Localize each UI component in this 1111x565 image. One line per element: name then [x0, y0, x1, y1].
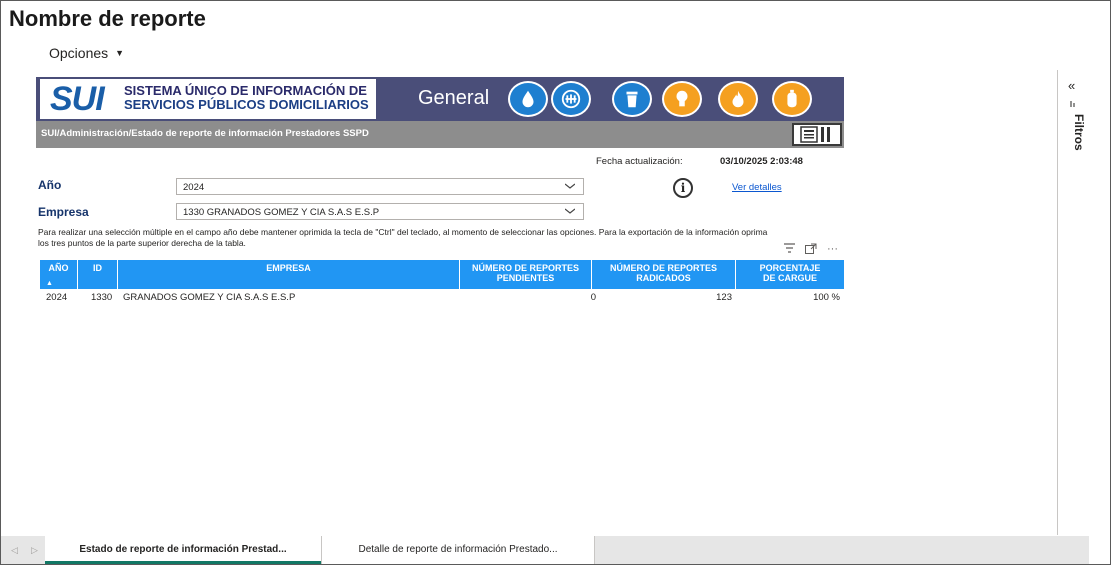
cell-id: 1330 [91, 292, 113, 303]
previous-page-icon[interactable]: ◁ [11, 545, 18, 556]
filters-pane-label[interactable]: Filtros [1072, 114, 1086, 151]
update-date-label: Fecha actualización: [596, 156, 683, 167]
table-row[interactable]: 2024 1330 GRANADOS GOMEZ Y CIA S.A.S E.S… [40, 292, 844, 304]
sui-banner: SUI SISTEMA ÚNICO DE INFORMACIÓN DE SERV… [36, 77, 844, 121]
next-page-icon[interactable]: ▷ [31, 545, 38, 556]
breadcrumb-bar: SUI/Administración/Estado de reporte de … [36, 121, 844, 148]
trash-bin-icon [612, 81, 652, 117]
column-header-year[interactable]: AÑO ▲ [40, 260, 78, 289]
options-menu[interactable]: Opciones ▼ [49, 45, 124, 61]
company-dropdown[interactable]: 1330 GRANADOS GOMEZ Y CIA S.A.S E.S.P [176, 203, 584, 220]
filter-funnel-icon [1070, 100, 1078, 110]
cell-pending: 0 [590, 292, 596, 303]
breadcrumb: SUI/Administración/Estado de reporte de … [41, 128, 369, 139]
section-label: General [418, 87, 490, 109]
sui-logo-mark: SUI [50, 80, 105, 118]
year-dropdown-value: 2024 [183, 182, 205, 193]
sui-logo: SUI SISTEMA ÚNICO DE INFORMACIÓN DE SERV… [40, 79, 376, 119]
cell-percentage: 100 % [813, 292, 840, 303]
info-icon[interactable]: i [673, 178, 693, 198]
sewer-grate-icon [551, 81, 591, 117]
column-header-pending[interactable]: NÚMERO DE REPORTES PENDIENTES [460, 260, 592, 289]
focus-mode-icon[interactable] [805, 243, 817, 257]
sui-logo-name: SISTEMA ÚNICO DE INFORMACIÓN DE SERVICIO… [124, 84, 369, 112]
options-label: Opciones [49, 45, 109, 61]
cell-filed: 123 [716, 292, 732, 303]
page-tab-status[interactable]: Estado de reporte de información Prestad… [45, 536, 321, 564]
expand-filters-icon[interactable]: « [1068, 78, 1075, 93]
column-header-id[interactable]: ID [78, 260, 118, 289]
details-link[interactable]: Ver detalles [732, 182, 782, 193]
sort-ascending-icon: ▲ [46, 280, 53, 287]
gas-cylinder-icon [772, 81, 812, 117]
system-name-line1: SISTEMA ÚNICO DE INFORMACIÓN DE [124, 83, 367, 98]
system-name-line2: SERVICIOS PÚBLICOS DOMICILIARIOS [124, 97, 369, 112]
update-date-value: 03/10/2025 2:03:48 [720, 156, 803, 167]
cell-company: GRANADOS GOMEZ Y CIA S.A.S E.S.P [123, 292, 296, 303]
page-tab-bar: ◁ ▷ Estado de reporte de información Pre… [1, 536, 1089, 564]
page-tab-detail[interactable]: Detalle de reporte de información Presta… [321, 536, 595, 564]
cell-year: 2024 [46, 292, 68, 303]
page-title: Nombre de reporte [9, 6, 206, 31]
water-drop-icon [508, 81, 548, 117]
column-header-filed[interactable]: NÚMERO DE REPORTES RADICADOS [592, 260, 736, 289]
light-bulb-icon [662, 81, 702, 117]
column-header-percentage[interactable]: PORCENTAJE DE CARGUE [736, 260, 844, 289]
caret-down-icon: ▼ [115, 48, 125, 58]
visual-toolbar: ··· [784, 243, 838, 257]
chevron-down-icon [565, 208, 575, 214]
company-dropdown-value: 1330 GRANADOS GOMEZ Y CIA S.A.S E.S.P [183, 207, 380, 218]
year-label: Año [38, 178, 62, 192]
column-header-company[interactable]: EMPRESA [118, 260, 460, 289]
help-text: Para realizar una selección múltiple en … [38, 227, 768, 248]
company-label: Empresa [38, 205, 89, 219]
more-options-icon[interactable]: ··· [827, 243, 838, 257]
table-header: AÑO ▲ ID EMPRESA NÚMERO DE REPORTES PEND… [40, 260, 844, 289]
chevron-down-icon [565, 183, 575, 189]
flame-icon [718, 81, 758, 117]
document-icon[interactable] [792, 123, 842, 146]
filter-icon[interactable] [784, 243, 795, 257]
filter-pane-divider [1057, 70, 1058, 535]
year-dropdown[interactable]: 2024 [176, 178, 584, 195]
